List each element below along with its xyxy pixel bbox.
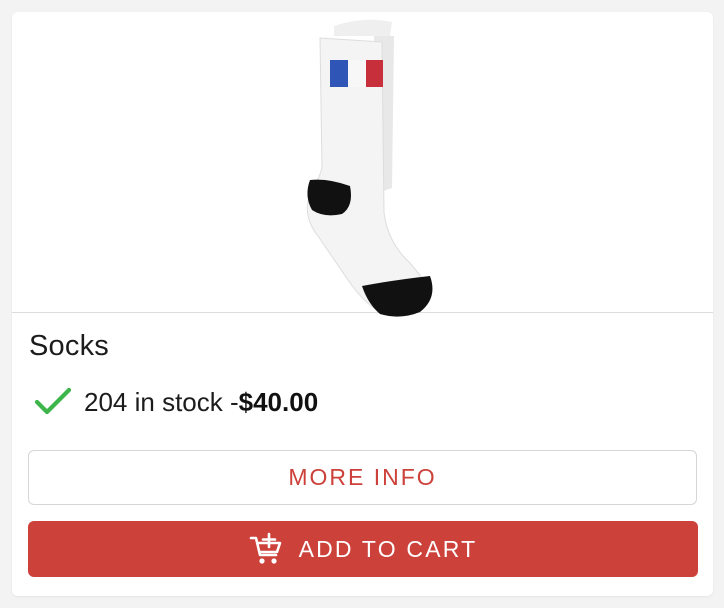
add-to-cart-label: ADD TO CART	[298, 535, 478, 562]
add-to-cart-button[interactable]: ADD TO CART	[28, 521, 698, 577]
price-text: $40.00	[238, 386, 319, 417]
product-name: Socks	[29, 330, 109, 362]
stock-row: 204 in stock - $40.00	[34, 384, 318, 420]
product-image-area	[12, 12, 713, 317]
product-card: Socks 204 in stock - $40.00 MORE INFO AD…	[12, 12, 713, 596]
sock-image-icon	[306, 19, 433, 317]
add-to-cart-icon	[249, 532, 281, 564]
check-icon	[34, 387, 72, 415]
stock-status-text: 204 in stock -	[84, 386, 239, 417]
more-info-button[interactable]: MORE INFO	[28, 450, 697, 505]
more-info-label: MORE INFO	[288, 464, 437, 490]
